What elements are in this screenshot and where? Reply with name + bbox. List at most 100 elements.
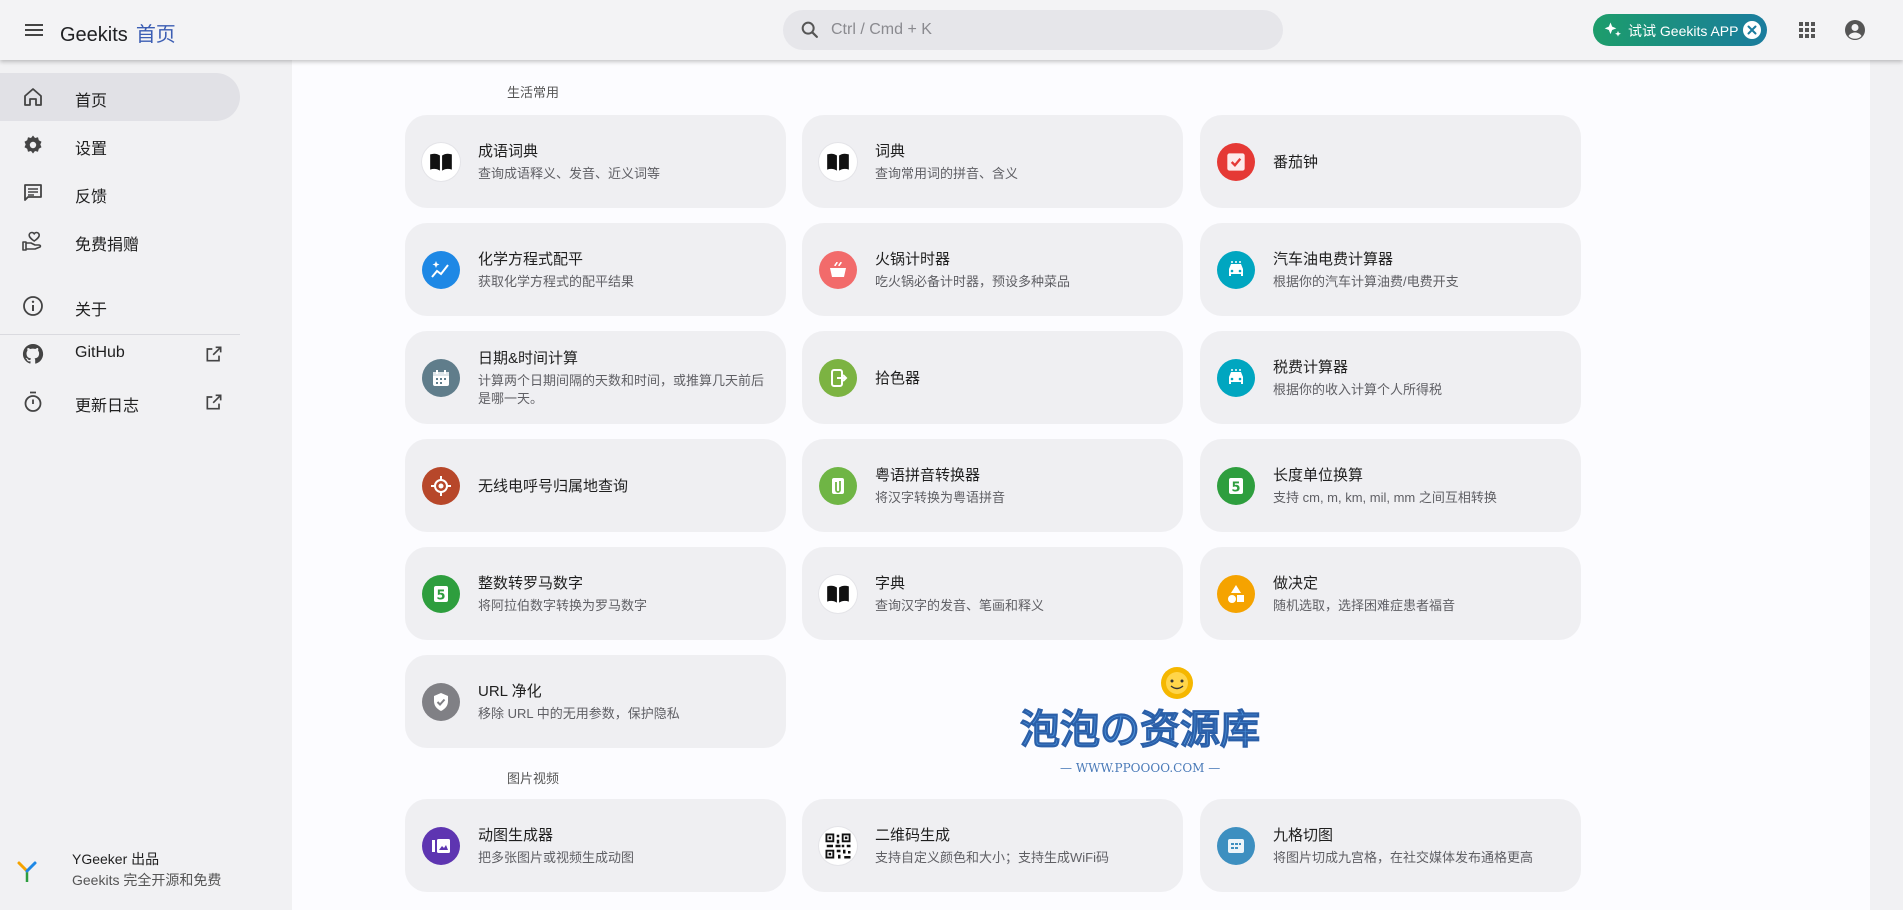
tool-card-text: 整数转罗马数字 将阿拉伯数字转换为罗马数字 bbox=[478, 547, 770, 640]
sidebar-item-changelog[interactable]: 更新日志 bbox=[0, 378, 240, 426]
tool-card-title: 做决定 bbox=[1273, 575, 1319, 592]
app-title[interactable]: Geekits 首页 bbox=[60, 18, 176, 47]
tool-card-description: 支持 cm, m, km, mil, mm 之间互相转换 bbox=[1273, 490, 1497, 505]
tool-card[interactable]: 税费计算器 根据你的收入计算个人所得税 bbox=[1200, 331, 1581, 424]
apps-grid-icon[interactable] bbox=[1795, 18, 1819, 47]
tool-card-text: 汽车油电费计算器 根据你的汽车计算油费/电费开支 bbox=[1273, 223, 1565, 316]
sidebar-item-label: GitHub bbox=[75, 344, 125, 361]
sidebar-item-home[interactable]: 首页 bbox=[0, 73, 240, 121]
open-in-new-icon bbox=[206, 346, 222, 362]
tool-card-description: 把多张图片或视频生成动图 bbox=[478, 850, 635, 865]
sidebar-item-label: 免费捐赠 bbox=[75, 237, 140, 254]
search-input[interactable]: Ctrl / Cmd + K bbox=[783, 10, 1283, 50]
tool-card-text: 二维码生成 支持自定义颜色和大小；支持生成WiFi码 bbox=[875, 799, 1167, 892]
sidebar-item-about[interactable]: 关于 bbox=[0, 282, 240, 330]
shapes-icon bbox=[1217, 575, 1255, 613]
color-picker-icon bbox=[819, 359, 857, 397]
tool-card[interactable]: 拾色器 bbox=[802, 331, 1183, 424]
tool-card[interactable]: 番茄钟 bbox=[1200, 115, 1581, 208]
tool-card-description: 吃火锅必备计时器，预设多种菜品 bbox=[875, 274, 1071, 289]
sparkle-chart-icon bbox=[422, 251, 460, 289]
sidebar-item-donate[interactable]: 免费捐赠 bbox=[0, 217, 240, 265]
tool-card[interactable]: 日期&时间计算 计算两个日期间隔的天数和时间，或推算几天前后是哪一天。 bbox=[405, 331, 786, 424]
tool-card-title: 词典 bbox=[875, 143, 906, 160]
sidebar-item-settings[interactable]: 设置 bbox=[0, 121, 240, 169]
tool-card-description: 将汉字转换为粤语拼音 bbox=[875, 490, 1006, 505]
page-title: 首页 bbox=[135, 24, 176, 46]
car-icon bbox=[1217, 251, 1255, 289]
tool-card[interactable]: 成语词典 查询成语释义、发音、近义词等 bbox=[405, 115, 786, 208]
tool-card-description: 获取化学方程式的配平结果 bbox=[478, 274, 635, 289]
tool-card[interactable]: 做决定随机选取，选择困难症患者福音 bbox=[1200, 547, 1581, 640]
tool-card-text: 无线电呼号归属地查询 bbox=[478, 439, 770, 532]
tool-card[interactable]: 无线电呼号归属地查询 bbox=[405, 439, 786, 532]
calendar-icon bbox=[422, 359, 460, 397]
tool-card-text: 粤语拼音转换器 将汉字转换为粤语拼音 bbox=[875, 439, 1167, 532]
sidebar-item-label: 首页 bbox=[75, 93, 108, 110]
sidebar-item-feedback[interactable]: 反馈 bbox=[0, 169, 240, 217]
tool-card-title: 汽车油电费计算器 bbox=[1273, 251, 1394, 268]
tool-card-text: 做决定随机选取，选择困难症患者福音 bbox=[1273, 547, 1565, 640]
tool-card[interactable]: 词典查询常用词的拼音、含义 bbox=[802, 115, 1183, 208]
radio-target-icon bbox=[422, 467, 460, 505]
tool-card-description: 随机选取，选择困难症患者福音 bbox=[1273, 598, 1456, 613]
tool-card-title: 字典 bbox=[875, 575, 906, 592]
section-title-life: 生活常用 bbox=[507, 85, 560, 100]
tool-card-text: 字典查询汉字的发音、笔画和释义 bbox=[875, 547, 1167, 640]
section-title-media: 图片视频 bbox=[507, 771, 560, 786]
tool-card-text: 九格切图 将图片切成九宫格，在社交媒体发布通格更高 bbox=[1273, 799, 1565, 892]
close-icon[interactable] bbox=[1743, 21, 1761, 39]
tool-card[interactable]: 二维码生成 支持自定义颜色和大小；支持生成WiFi码 bbox=[802, 799, 1183, 892]
tool-card-text: 成语词典 查询成语释义、发音、近义词等 bbox=[478, 115, 770, 208]
menu-icon[interactable] bbox=[22, 18, 46, 42]
watermark-title: 泡泡の资源库 bbox=[1020, 707, 1260, 753]
tool-card[interactable]: 字典查询汉字的发音、笔画和释义 bbox=[802, 547, 1183, 640]
tool-card-description: 查询汉字的发音、笔画和释义 bbox=[875, 598, 1045, 613]
tomato-timer-icon bbox=[1217, 143, 1255, 181]
gear-icon bbox=[24, 135, 42, 154]
try-app-button[interactable]: 试试 Geekits APP bbox=[1593, 14, 1767, 46]
sidebar-item-label: 关于 bbox=[75, 302, 108, 319]
brand-name: Geekits bbox=[60, 24, 128, 46]
tool-card-description: 查询成语释义、发音、近义词等 bbox=[478, 166, 661, 181]
timer-icon bbox=[24, 391, 42, 412]
number-five-icon: 5 bbox=[1217, 467, 1255, 505]
sidebar-item-github[interactable]: GitHub bbox=[0, 330, 240, 378]
tool-card[interactable]: 动图生成器 把多张图片或视频生成动图 bbox=[405, 799, 786, 892]
tool-card[interactable]: 5 整数转罗马数字 将阿拉伯数字转换为罗马数字 bbox=[405, 547, 786, 640]
sidebar: 首页 设置 反馈 免费捐赠 关于 GitHub 更新日志 YGeeker 出品 … bbox=[0, 60, 240, 910]
donate-icon bbox=[22, 231, 42, 251]
github-icon bbox=[22, 343, 44, 364]
tool-card[interactable]: 九格切图 将图片切成九宫格，在社交媒体发布通格更高 bbox=[1200, 799, 1581, 892]
tool-card[interactable]: 5 长度单位换算 支持 cm, m, km, mil, mm 之间互相转换 bbox=[1200, 439, 1581, 532]
qr-icon bbox=[819, 827, 857, 865]
tool-card[interactable]: 汽车油电费计算器 根据你的汽车计算油费/电费开支 bbox=[1200, 223, 1581, 316]
tool-card-text: 化学方程式配平 获取化学方程式的配平结果 bbox=[478, 223, 770, 316]
number-five-icon: 5 bbox=[422, 575, 460, 613]
tool-card-text: 税费计算器 根据你的收入计算个人所得税 bbox=[1273, 331, 1565, 424]
tool-card[interactable]: 粤语拼音转换器 将汉字转换为粤语拼音 bbox=[802, 439, 1183, 532]
sidebar-item-label: 反馈 bbox=[75, 189, 108, 206]
sparkle-icon bbox=[1604, 22, 1621, 37]
svg-text:5: 5 bbox=[436, 589, 445, 604]
feedback-icon bbox=[24, 184, 42, 201]
tool-card[interactable]: 化学方程式配平 获取化学方程式的配平结果 bbox=[405, 223, 786, 316]
tool-card-text: 动图生成器 把多张图片或视频生成动图 bbox=[478, 799, 770, 892]
hotpot-icon bbox=[819, 251, 857, 289]
tool-card-title: 无线电呼号归属地查询 bbox=[478, 478, 629, 495]
tool-card-text: 拾色器 bbox=[875, 331, 1167, 424]
tool-card[interactable]: 火锅计时器 吃火锅必备计时器，预设多种菜品 bbox=[802, 223, 1183, 316]
tool-card[interactable]: URL 净化 移除 URL 中的无用参数，保护隐私 bbox=[405, 655, 786, 748]
watermark-logo: 泡泡の资源库 — WWW.PPOOOO.COM — bbox=[1020, 667, 1261, 775]
shield-check-icon bbox=[422, 683, 460, 721]
grid-image-icon bbox=[1217, 827, 1255, 865]
tool-card-title: 税费计算器 bbox=[1273, 359, 1349, 376]
tool-card-title: 日期&时间计算 bbox=[478, 350, 579, 367]
ygeeker-logo bbox=[17, 861, 37, 882]
tool-card-description: 将图片切成九宫格，在社交媒体发布通格更高 bbox=[1273, 850, 1534, 865]
home-icon bbox=[24, 88, 42, 106]
tool-card-description: 移除 URL 中的无用参数，保护隐私 bbox=[478, 706, 680, 721]
tool-card-description: 查询常用词的拼音、含义 bbox=[875, 166, 1019, 181]
tool-card-text: 长度单位换算 支持 cm, m, km, mil, mm 之间互相转换 bbox=[1273, 439, 1565, 532]
account-icon[interactable] bbox=[1843, 18, 1867, 47]
